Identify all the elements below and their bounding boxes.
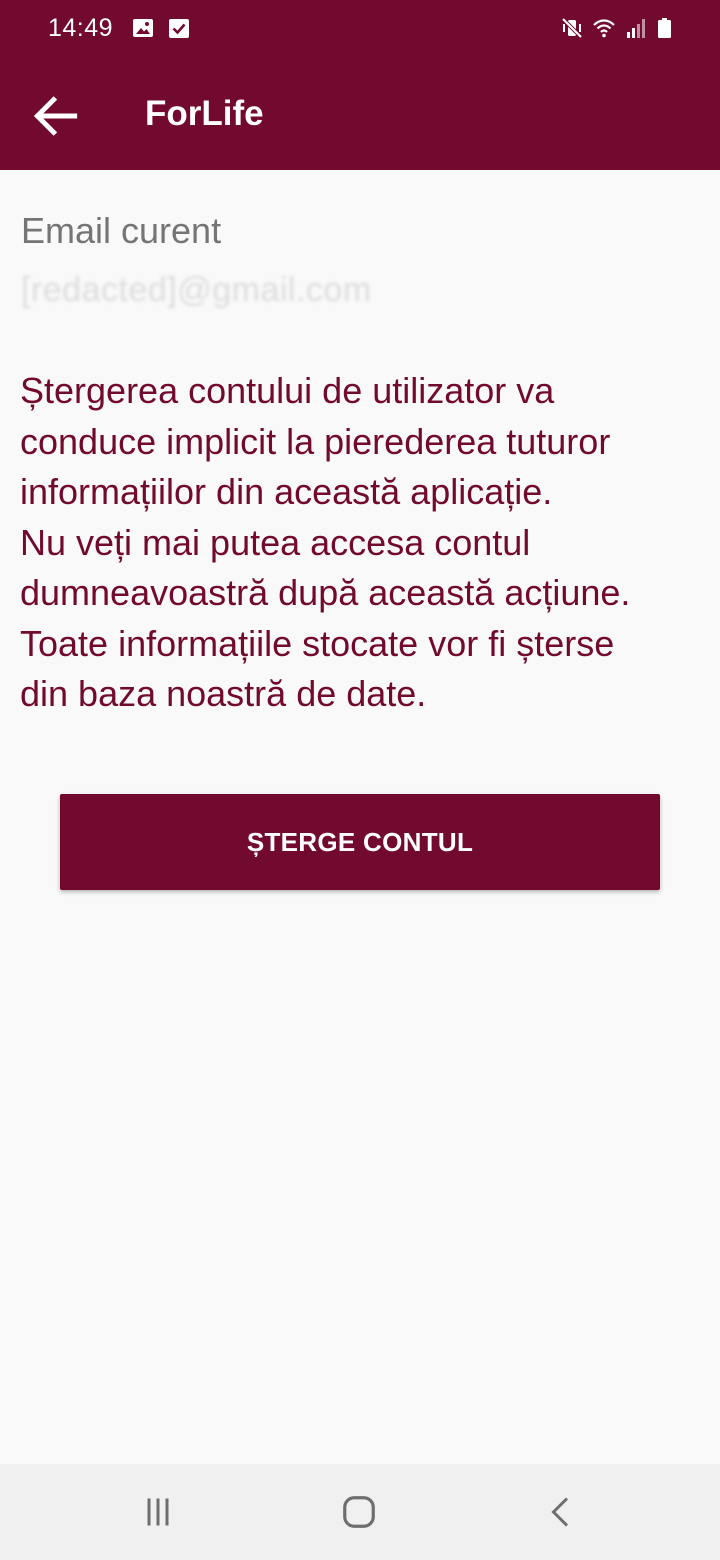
wifi-icon <box>593 19 615 38</box>
mute-vibrate-icon <box>561 17 583 39</box>
status-bar: 14:49 <box>0 0 720 62</box>
signal-icon <box>627 19 645 38</box>
checkbox-icon <box>169 19 189 38</box>
delete-warning-text: Ștergerea contului de utilizator va cond… <box>20 370 631 714</box>
delete-account-button[interactable]: ȘTERGE CONTUL <box>60 794 660 890</box>
back-icon <box>551 1497 569 1527</box>
system-nav-bar <box>0 1464 720 1560</box>
nav-back-button[interactable] <box>521 1482 601 1542</box>
status-time: 14:49 <box>48 14 114 42</box>
recent-apps-button[interactable] <box>118 1482 198 1542</box>
app-bar: ForLife <box>0 62 720 170</box>
home-icon <box>343 1496 375 1528</box>
email-label: Email curent <box>21 210 222 251</box>
recent-apps-icon <box>147 1498 169 1526</box>
battery-icon <box>658 18 671 38</box>
back-button[interactable] <box>18 78 94 154</box>
app-title: ForLife <box>145 94 264 133</box>
image-icon <box>133 19 153 37</box>
home-button[interactable] <box>319 1482 399 1542</box>
email-value: [redacted]@gmail.com <box>21 271 372 309</box>
arrow-back-icon <box>33 96 78 136</box>
